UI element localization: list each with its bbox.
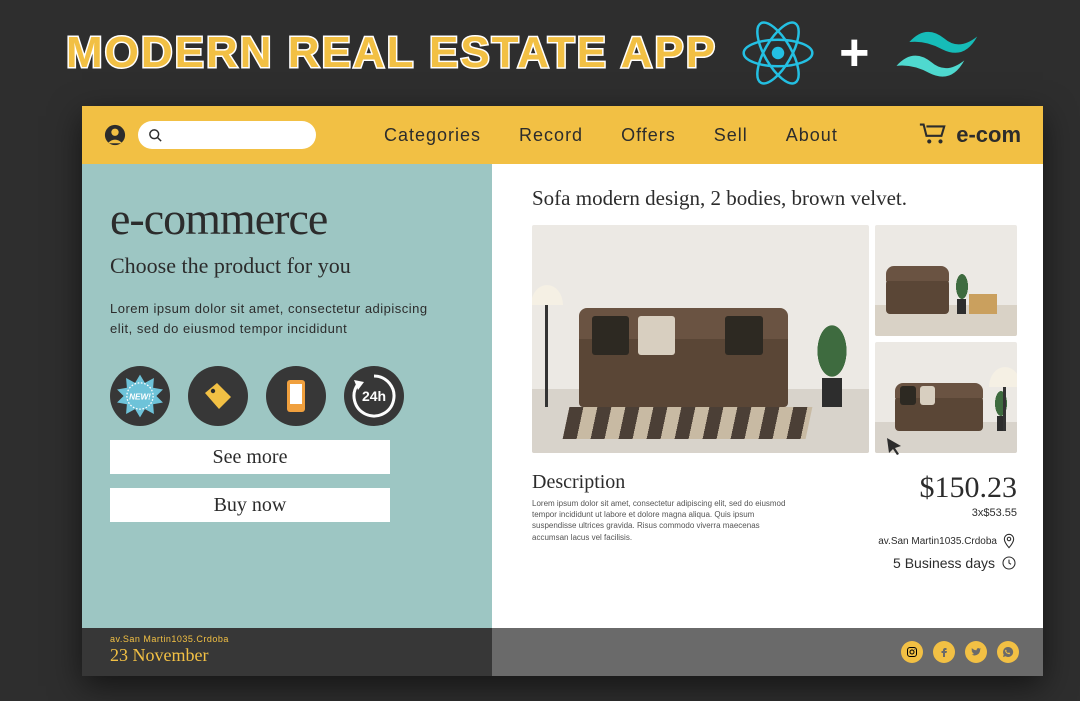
svg-text:NEW!: NEW! — [129, 392, 151, 401]
clock-icon — [1001, 555, 1017, 571]
facebook-icon[interactable] — [933, 641, 955, 663]
nav-offers[interactable]: Offers — [621, 125, 676, 146]
plus-icon: + — [839, 23, 869, 83]
brand-text: e-com — [956, 122, 1021, 148]
24h-icon[interactable]: 24h — [344, 366, 404, 426]
footer-left: av.San Martin1035.Crdoba 23 November — [82, 628, 492, 676]
description-text: Lorem ipsum dolor sit amet, consectetur … — [532, 498, 792, 543]
thumbnail-1[interactable] — [875, 225, 1017, 336]
price-installments: 3x$53.55 — [878, 507, 1017, 519]
svg-text:24h: 24h — [362, 388, 386, 404]
react-logo-icon — [739, 14, 817, 92]
footer-right — [492, 628, 1043, 676]
price: $150.23 — [878, 471, 1017, 505]
buy-now-button[interactable]: Buy now — [110, 488, 390, 522]
instagram-icon[interactable] — [901, 641, 923, 663]
feature-icons: NEW! — [110, 366, 464, 426]
nav-sell[interactable]: Sell — [714, 125, 748, 146]
user-icon[interactable] — [104, 124, 126, 146]
twitter-icon[interactable] — [965, 641, 987, 663]
nav-about[interactable]: About — [786, 125, 838, 146]
search-icon — [148, 128, 163, 143]
description-row: Description Lorem ipsum dolor sit amet, … — [532, 471, 1017, 571]
product-title: Sofa modern design, 2 bodies, brown velv… — [532, 186, 1017, 211]
top-nav: Categories Record Offers Sell About e-co… — [82, 106, 1043, 164]
footer: av.San Martin1035.Crdoba 23 November — [82, 628, 1043, 676]
hero-sub: Choose the product for you — [110, 253, 464, 279]
brand[interactable]: e-com — [918, 121, 1021, 150]
cursor-icon — [885, 436, 905, 456]
product-address: av.San Martin1035.Crdoba — [878, 533, 1017, 549]
cart-icon — [918, 121, 948, 150]
hero-heading: e-commerce — [110, 192, 464, 245]
hero-paragraph: Lorem ipsum dolor sit amet, consectetur … — [110, 299, 440, 338]
nav-categories[interactable]: Categories — [384, 125, 481, 146]
map-pin-icon — [1001, 533, 1017, 549]
right-panel: Sofa modern design, 2 bodies, brown velv… — [492, 164, 1043, 628]
phone-icon[interactable] — [266, 366, 326, 426]
card-body: e-commerce Choose the product for you Lo… — [82, 164, 1043, 628]
new-badge-icon[interactable]: NEW! — [110, 366, 170, 426]
search-input[interactable] — [138, 121, 316, 149]
main-image[interactable] — [532, 225, 869, 453]
shipping-info: 5 Business days — [878, 555, 1017, 571]
app-card: Categories Record Offers Sell About e-co… — [82, 106, 1043, 676]
whatsapp-icon[interactable] — [997, 641, 1019, 663]
footer-address: av.San Martin1035.Crdoba — [110, 634, 464, 644]
footer-date: 23 November — [110, 645, 464, 666]
description-heading: Description — [532, 471, 848, 494]
tailwind-logo-icon — [891, 19, 1001, 87]
left-panel: e-commerce Choose the product for you Lo… — [82, 164, 492, 628]
see-more-button[interactable]: See more — [110, 440, 390, 474]
nav-record[interactable]: Record — [519, 125, 583, 146]
banner-title: Modern Real Estate App — [66, 31, 717, 75]
tag-icon[interactable] — [188, 366, 248, 426]
gallery — [532, 225, 1017, 453]
nav-links: Categories Record Offers Sell About — [384, 125, 838, 146]
banner: Modern Real Estate App + — [66, 14, 1001, 92]
